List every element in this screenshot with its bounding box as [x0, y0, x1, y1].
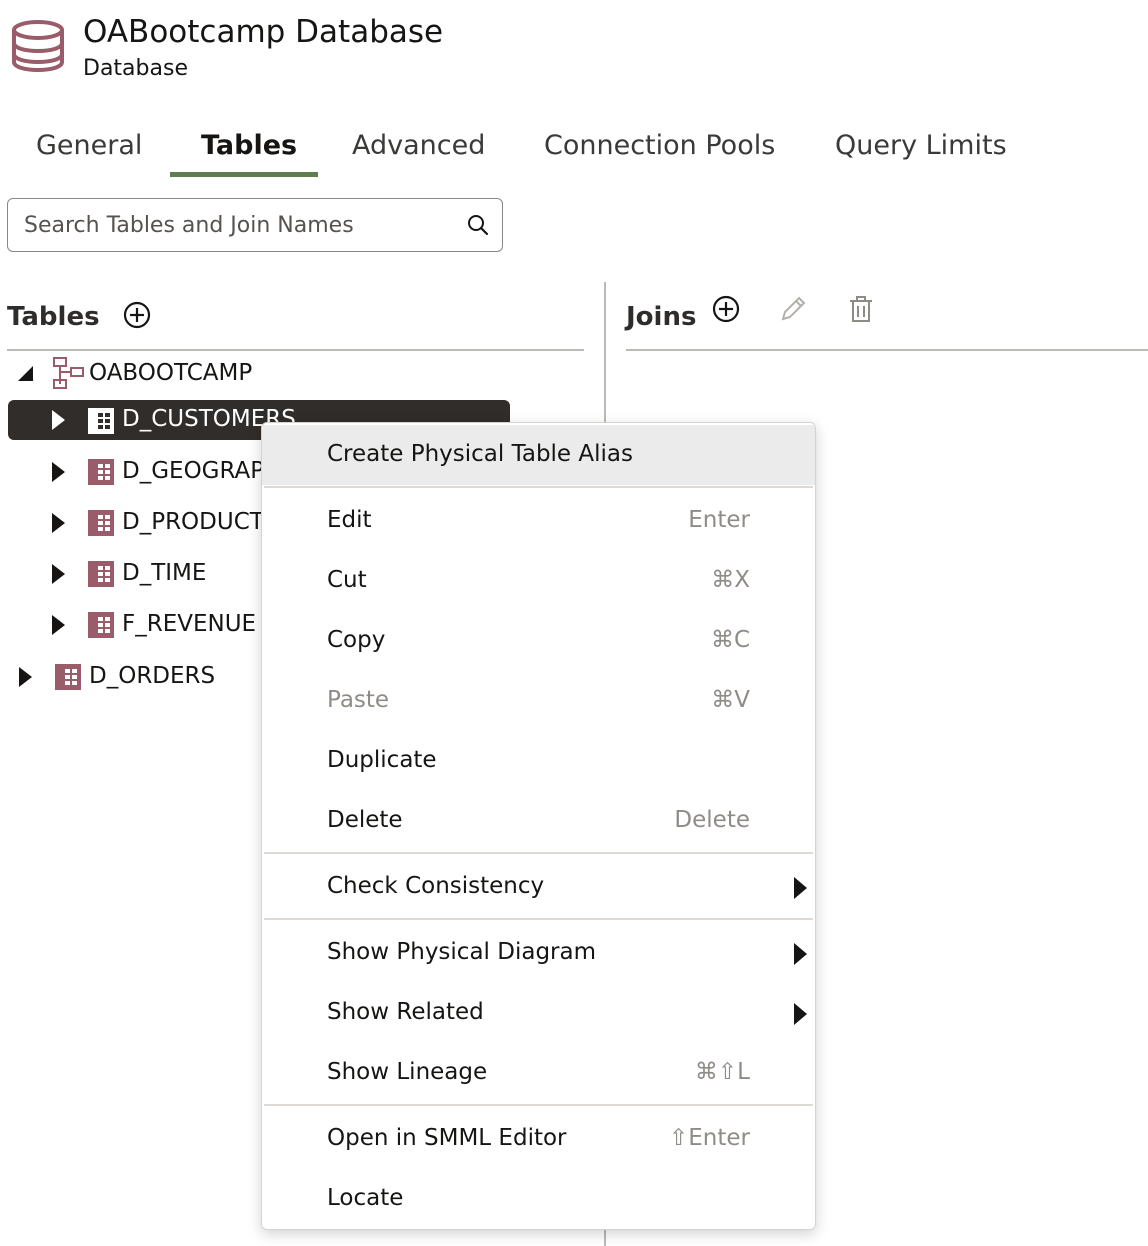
tree-item-label: OABOOTCAMP — [89, 360, 253, 386]
menu-item-show-lineage[interactable]: Show Lineage ⌘⇧L — [262, 1043, 815, 1103]
menu-item-copy[interactable]: Copy ⌘C — [262, 611, 815, 671]
tab-advanced[interactable]: Advanced — [352, 130, 485, 161]
submenu-arrow-icon — [794, 1003, 807, 1025]
page-title: OABootcamp Database — [83, 14, 444, 50]
table-icon — [55, 664, 81, 690]
context-menu: Create Physical Table Alias Edit Enter C… — [261, 422, 816, 1230]
delete-join-icon[interactable] — [845, 293, 877, 325]
table-icon — [88, 561, 114, 587]
menu-item-create-alias[interactable]: Create Physical Table Alias — [262, 425, 815, 485]
menu-item-duplicate[interactable]: Duplicate — [262, 731, 815, 791]
collapsed-caret-icon[interactable] — [52, 564, 65, 584]
schema-icon — [53, 357, 84, 389]
tree-item-table[interactable]: D_TIME — [0, 554, 262, 594]
active-tab-indicator — [170, 172, 318, 177]
collapsed-caret-icon[interactable] — [52, 513, 65, 533]
menu-item-cut[interactable]: Cut ⌘X — [262, 551, 815, 611]
menu-item-delete[interactable]: Delete Delete — [262, 791, 815, 851]
database-icon — [12, 20, 64, 73]
joins-divider — [626, 349, 1148, 351]
menu-separator — [264, 1104, 813, 1106]
collapsed-caret-icon[interactable] — [19, 667, 32, 687]
collapsed-caret-icon[interactable] — [52, 410, 65, 430]
tables-divider — [7, 349, 584, 351]
tab-connection-pools[interactable]: Connection Pools — [544, 130, 775, 161]
menu-item-show-physical-diagram[interactable]: Show Physical Diagram — [262, 923, 815, 983]
search-input[interactable] — [24, 209, 454, 241]
menu-item-open-smml-editor[interactable]: Open in SMML Editor ⇧Enter — [262, 1109, 815, 1169]
search-icon[interactable] — [466, 213, 490, 237]
menu-separator — [264, 918, 813, 920]
tree-item-label: D_GEOGRAPHY — [122, 458, 262, 484]
menu-item-locate[interactable]: Locate — [262, 1169, 815, 1229]
collapsed-caret-icon[interactable] — [52, 462, 65, 482]
tree-item-table[interactable]: D_ORDERS — [0, 657, 262, 697]
menu-item-edit[interactable]: Edit Enter — [262, 491, 815, 551]
tree-item-table[interactable]: D_GEOGRAPHY — [0, 452, 262, 492]
tree-item-label: F_REVENUE — [122, 611, 257, 637]
expanded-caret-icon[interactable] — [16, 364, 34, 382]
menu-separator — [264, 852, 813, 854]
tab-tables[interactable]: Tables — [201, 130, 297, 161]
search-box — [7, 198, 503, 252]
collapsed-caret-icon[interactable] — [52, 615, 65, 635]
edit-join-icon[interactable] — [777, 293, 809, 325]
tables-panel-title: Tables — [7, 302, 100, 332]
tree-item-label: D_TIME — [122, 560, 207, 586]
menu-item-check-consistency[interactable]: Check Consistency — [262, 857, 815, 917]
add-table-icon[interactable] — [121, 299, 153, 331]
menu-separator — [264, 486, 813, 488]
submenu-arrow-icon — [794, 943, 807, 965]
tree-item-label: D_ORDERS — [89, 663, 216, 689]
table-icon — [88, 459, 114, 485]
tab-general[interactable]: General — [36, 130, 142, 161]
page-subtitle: Database — [83, 56, 188, 81]
table-icon — [88, 510, 114, 536]
tree-item-label: D_PRODUCTS — [122, 509, 262, 535]
menu-item-paste[interactable]: Paste ⌘V — [262, 671, 815, 731]
table-icon — [88, 408, 114, 434]
menu-item-show-related[interactable]: Show Related — [262, 983, 815, 1043]
tree-item-table[interactable]: D_PRODUCTS — [0, 503, 262, 543]
submenu-arrow-icon — [794, 877, 807, 899]
tree-item-table[interactable]: F_REVENUE — [0, 605, 262, 645]
add-join-icon[interactable] — [710, 293, 742, 325]
joins-panel-title: Joins — [626, 302, 697, 332]
tab-query-limits[interactable]: Query Limits — [835, 130, 1007, 161]
table-icon — [88, 612, 114, 638]
tree-item-schema[interactable]: OABOOTCAMP — [0, 354, 590, 394]
